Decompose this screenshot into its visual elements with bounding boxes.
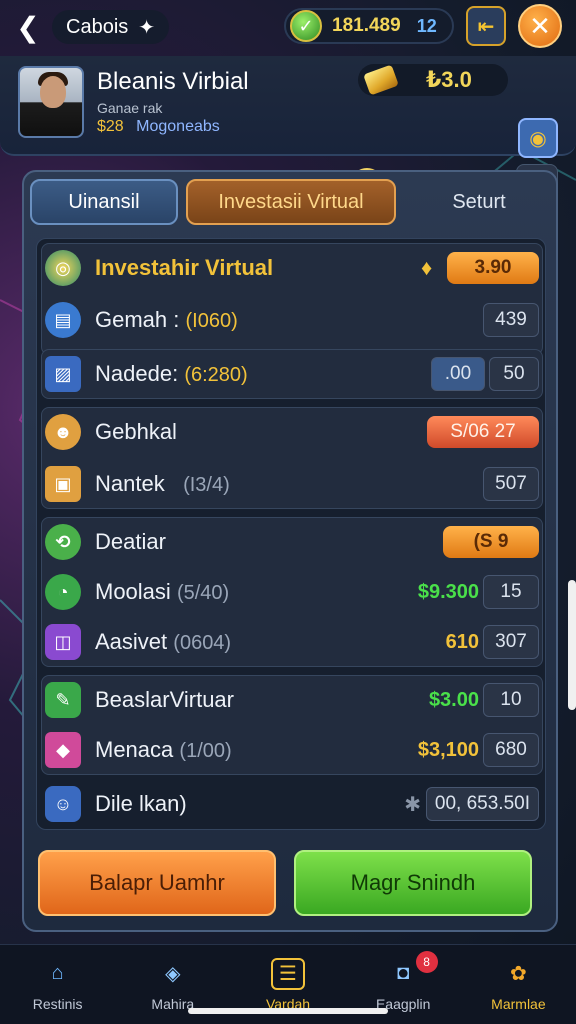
secondary-action-button[interactable]: Magr Snindh [294, 850, 532, 916]
edit-icon: ✎ [45, 682, 81, 718]
currency-pill[interactable]: ✓ 181.489 12 [284, 8, 454, 44]
item-amount: $3.00 [428, 688, 479, 711]
nav-item-settings[interactable]: ✿ Marmlae [461, 945, 576, 1024]
tab-virtual-investment[interactable]: Investasii Virtual [186, 179, 396, 225]
item-value-b: 50 [489, 357, 539, 391]
item-amount: $3,100 [417, 738, 479, 761]
item-value: 439 [483, 303, 539, 337]
list-item[interactable]: ◔ Moolasi (5/40) $9.300 15 [37, 567, 547, 617]
list-item[interactable]: ▨ Nadede: (6:280) $5 .00 50 [37, 349, 547, 399]
crate-icon: ▣ [45, 466, 81, 502]
item-value: 00, 653.50I [425, 787, 539, 821]
scrollbar[interactable] [568, 580, 576, 710]
check-badge-icon: ✓ [290, 10, 322, 42]
sparkle-icon: ✦ [138, 16, 156, 39]
player-money-label: Mogoneabs [136, 118, 220, 135]
item-badge[interactable]: S/06 27 [427, 416, 539, 448]
list-item[interactable]: ☺ Dile lkan) ✱ 00, 653.50I [37, 779, 547, 829]
list-header: ◎ Investahir Virtual ♦ 3.90 [37, 243, 547, 293]
tab-finance[interactable]: Uinansil [30, 179, 178, 225]
investment-icon: ◎ [45, 250, 81, 286]
investment-list: ◎ Investahir Virtual ♦ 3.90 ▤ Gemah : (I… [36, 238, 546, 830]
item-amount: $9.300 [417, 580, 479, 603]
robot-icon: ☺ [45, 786, 81, 822]
exit-icon[interactable]: ⇤ [466, 6, 506, 46]
item-label: Moolasi (5/40) [95, 579, 230, 604]
avatar[interactable] [18, 66, 84, 138]
item-value-a: .00 [431, 357, 485, 391]
item-amount: 610 [445, 630, 479, 653]
item-label: Menaca (1/00) [95, 737, 232, 762]
list-item[interactable]: ◫ Aasivet (0604) 610 307 [37, 617, 547, 667]
coin-icon[interactable]: ◉ [518, 118, 558, 158]
header-badge[interactable]: 3.90 [447, 252, 539, 284]
gear-icon: ✿ [510, 963, 527, 985]
item-label: Deatiar [95, 529, 166, 554]
item-value: 507 [483, 467, 539, 501]
item-label: BeaslarVirtuar [95, 687, 234, 712]
home-indicator [188, 1008, 388, 1014]
chart-icon: ▤ [45, 302, 81, 338]
list-item[interactable]: ◆ Menaca (1/00) $3,100 680 [37, 725, 547, 775]
gem-icon: ◆ [45, 732, 81, 768]
item-value: 15 [483, 575, 539, 609]
cube-icon: ◈ [165, 963, 181, 985]
profile-card: Bleanis Virbial Ganae rak $28 Mogoneabs … [0, 56, 576, 202]
currency-small-value: 12 [416, 15, 437, 36]
gold-value: ₺3.0 [426, 67, 472, 92]
cube-icon: ◫ [45, 624, 81, 660]
list-icon: ☰ [271, 957, 305, 990]
tab-bar: Uinansil Investasii Virtual Seturt [24, 172, 560, 232]
gear-icon: ✱ [404, 793, 421, 816]
character-icon: ☻ [45, 414, 81, 450]
item-label: Nantek (I3/4) [95, 471, 230, 496]
list-item[interactable]: ▤ Gemah : (I060) 439 [37, 295, 547, 345]
item-label: Dile lkan) [95, 791, 187, 816]
box-icon: ▨ [45, 356, 81, 392]
player-money-value: $28 [97, 118, 124, 135]
main-panel: Uinansil Investasii Virtual Seturt ◎ Inv… [22, 170, 558, 932]
close-icon[interactable]: ✕ [518, 4, 562, 48]
home-icon: ⌂ [51, 962, 64, 984]
item-label: Nadede: (6:280) [95, 361, 248, 386]
title-pill[interactable]: Cabois ✦ [52, 10, 170, 44]
nav-label: Restinis [32, 995, 83, 1012]
refresh-icon: ⟲ [45, 524, 81, 560]
back-arrow-icon[interactable]: ❮ [12, 11, 44, 43]
notification-badge: 8 [415, 951, 438, 973]
item-value: 10 [483, 683, 539, 717]
shield-icon: ◔ [45, 574, 81, 610]
list-item[interactable]: ☻ Gebhkal S/06 27 [37, 407, 547, 457]
list-item[interactable]: ▣ Nantek (I3/4) 507 [37, 459, 547, 509]
nav-item-home[interactable]: ⌂ Restinis [0, 945, 115, 1024]
currency-value: 181.489 [332, 15, 401, 36]
list-header-title: Investahir Virtual [95, 255, 274, 280]
player-money: $28 Mogoneabs [97, 118, 220, 136]
item-value: 307 [483, 625, 539, 659]
item-label: Gemah : (I060) [95, 307, 238, 332]
item-label: Gebhkal [95, 419, 177, 444]
list-item[interactable]: ✎ BeaslarVirtuar $3.00 10 [37, 675, 547, 725]
nav-label: Marmlae [491, 995, 546, 1012]
list-item[interactable]: ⟲ Deatiar (S 9 [37, 517, 547, 567]
player-subtitle: Ganae rak [97, 100, 163, 116]
primary-action-button[interactable]: Balapr Uamhr [38, 850, 276, 916]
crown-icon: ♦ [421, 255, 433, 280]
gold-pill[interactable]: ₺3.0 [358, 64, 508, 96]
item-badge[interactable]: (S 9 [443, 526, 539, 558]
player-name: Bleanis Virbial [97, 68, 249, 95]
item-value: 680 [483, 733, 539, 767]
tab-settings[interactable]: Seturt [404, 179, 554, 225]
page-title: Cabois [66, 15, 129, 38]
item-label: Aasivet (0604) [95, 629, 232, 654]
gold-bar-icon [363, 64, 399, 96]
